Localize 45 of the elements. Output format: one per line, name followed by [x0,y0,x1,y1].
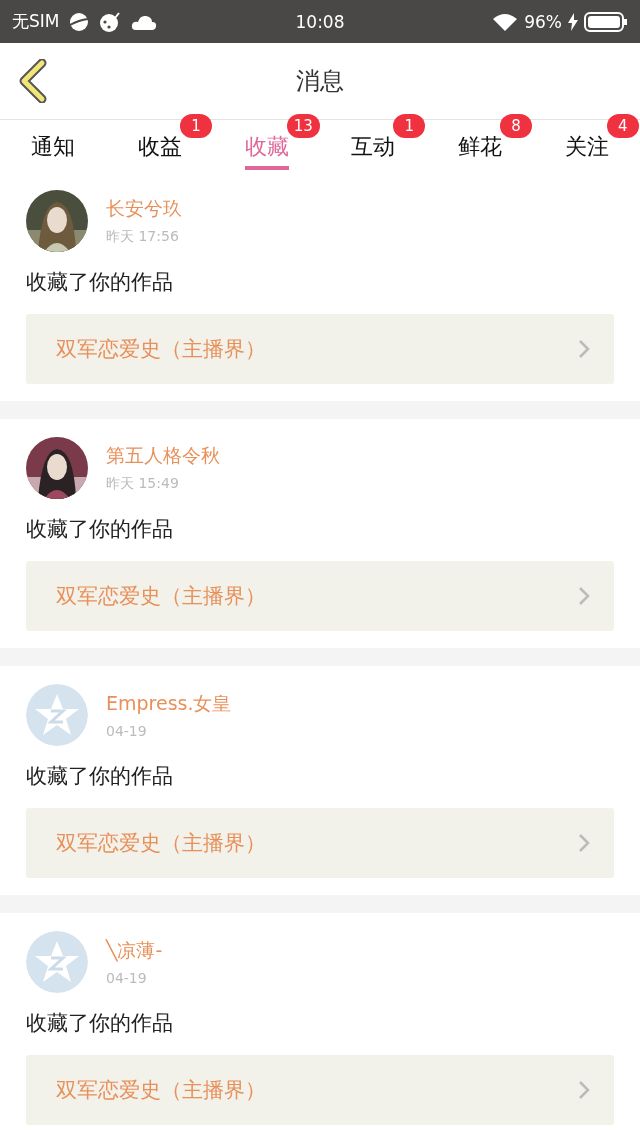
work-link[interactable]: 双军恋爱史（主播界） [26,1055,614,1125]
page-title: 消息 [296,66,344,97]
count-badge: 8 [500,114,532,138]
chevron-right-icon [578,1080,590,1100]
message-text: 收藏了你的作品 [26,763,174,790]
count-badge: 1 [393,114,426,138]
user-name[interactable]: Empress.女皇 [106,691,232,717]
work-title: 双军恋爱史（主播界） [56,583,267,610]
chevron-right-icon [578,586,590,606]
work-link[interactable]: 双军恋爱史（主播界） [26,561,614,631]
user-name[interactable]: 长安兮玖 [106,196,182,222]
work-title: 双军恋爱史（主播界） [56,1077,267,1104]
charging-icon [568,12,578,31]
tab[interactable]: 通知 [31,120,76,170]
message-time: 04-19 [106,723,148,739]
message-text: 收藏了你的作品 [26,516,174,543]
default-avatar-icon [26,931,88,993]
work-title: 双军恋爱史（主播界） [56,830,267,857]
message-text: 收藏了你的作品 [26,269,174,296]
message-time: 昨天 17:56 [106,228,180,246]
count-badge: 4 [606,114,639,138]
message-time: 04-19 [106,970,148,986]
count-badge: 1 [180,114,212,138]
carrier-text: 无SIM [12,10,60,33]
battery-icon [584,11,628,32]
work-title: 双军恋爱史（主播界） [56,336,267,363]
chevron-right-icon [578,833,590,853]
planet-icon [69,11,90,32]
clock-text: 10:08 [295,11,345,32]
user-name[interactable]: 第五人格令秋 [106,443,220,469]
tab[interactable]: 鲜花 [458,120,502,170]
tab[interactable]: 互动 [351,120,396,170]
chevron-right-icon [578,339,590,359]
tab[interactable]: 关注 [564,120,609,170]
message-text: 收藏了你的作品 [26,1010,174,1037]
message-time: 昨天 15:49 [106,475,180,493]
work-link[interactable]: 双军恋爱史（主播界） [26,314,614,384]
default-avatar-icon [26,684,88,746]
wifi-icon [492,11,519,32]
work-link[interactable]: 双军恋爱史（主播界） [26,808,614,878]
battery-percent: 96% [524,11,562,32]
palette-icon [99,10,122,33]
tab[interactable]: 收益 [138,120,182,170]
user-name[interactable]: ╲凉薄- [106,938,163,964]
count-badge: 13 [286,114,320,138]
